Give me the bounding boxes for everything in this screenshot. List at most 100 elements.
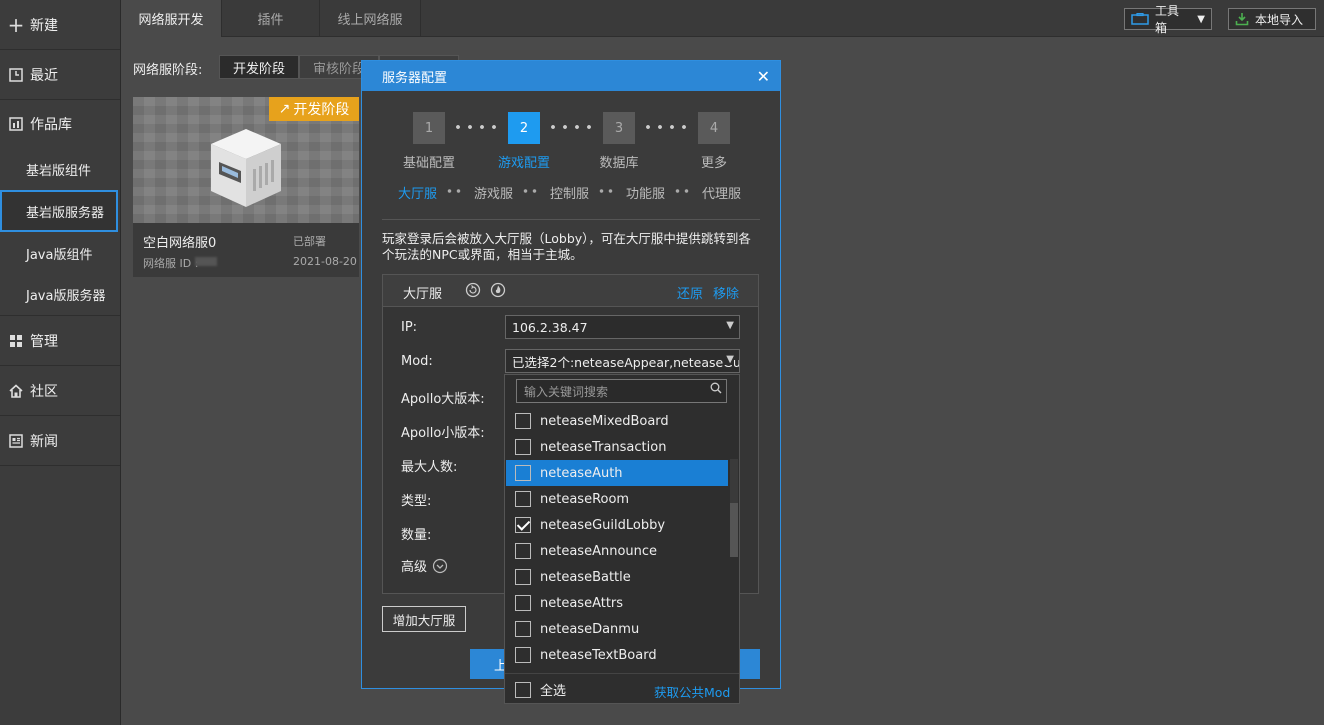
- subtab-game[interactable]: 游戏服: [474, 183, 513, 202]
- select-all-checkbox[interactable]: 全选: [506, 680, 566, 699]
- sidebar-item-java-components[interactable]: Java版组件: [0, 232, 120, 274]
- tab-netserver-dev[interactable]: 网络服开发: [121, 0, 222, 37]
- server-date: 2021-08-20: [293, 255, 357, 268]
- refresh-icon[interactable]: [465, 282, 481, 302]
- sidebar-item-java-servers[interactable]: Java版服务器: [0, 274, 120, 316]
- step-connector: [547, 125, 595, 129]
- mod-list-item[interactable]: neteaseDanmu: [506, 616, 728, 642]
- subtab-control[interactable]: 控制服: [550, 183, 589, 202]
- mod-search-placeholder: 输入关键词搜索: [524, 384, 609, 399]
- mod-item-label: neteaseTransaction: [540, 439, 667, 455]
- step-2[interactable]: 2: [508, 112, 540, 144]
- nav-community[interactable]: 社区: [0, 366, 120, 416]
- nav-manage[interactable]: 管理: [0, 316, 120, 366]
- mod-list-item[interactable]: neteaseTextBoard: [506, 642, 728, 668]
- subtab-separator: [597, 189, 617, 193]
- checkbox-icon[interactable]: [515, 647, 531, 663]
- checkbox-icon[interactable]: [515, 595, 531, 611]
- caret-down-icon: ▼: [723, 354, 734, 365]
- nav-new[interactable]: + 新建: [0, 0, 120, 50]
- toolbox-label: 工具箱: [1155, 4, 1180, 35]
- step-1[interactable]: 1: [413, 112, 445, 144]
- stage-dev-label: 开发阶段: [232, 61, 285, 77]
- home-icon: [8, 383, 24, 399]
- server-card[interactable]: ↗ 开发阶段 空白网络服0 已部署 网络服 ID : 2021-08-20: [133, 97, 359, 277]
- close-icon[interactable]: ✕: [757, 67, 770, 86]
- dialog-header: 服务器配置 ✕: [362, 61, 780, 91]
- scrollbar-thumb[interactable]: [730, 503, 738, 557]
- nav-news[interactable]: 新闻: [0, 416, 120, 466]
- step-3-label: 数据库: [599, 156, 639, 171]
- checkbox-icon[interactable]: [515, 621, 531, 637]
- divider: [382, 219, 760, 220]
- mod-list-item[interactable]: neteaseGuildLobby: [506, 512, 728, 538]
- stage-dev-button[interactable]: 开发阶段: [219, 55, 299, 79]
- stage-label: 网络服阶段:: [133, 63, 203, 78]
- step-4-label: 更多: [700, 156, 727, 171]
- add-lobby-button[interactable]: 增加大厅服: [382, 606, 466, 632]
- mod-item-label: neteaseDanmu: [540, 621, 640, 637]
- nav-recent[interactable]: 最近: [0, 50, 120, 100]
- mod-item-label: neteaseTextBoard: [540, 647, 657, 663]
- server-name: 空白网络服0: [143, 236, 217, 251]
- advanced-toggle[interactable]: 高级: [401, 556, 448, 575]
- library-icon: [8, 116, 24, 132]
- mod-item-label: neteaseBattle: [540, 569, 631, 585]
- step-number: 2: [519, 120, 529, 136]
- apollo-minor-label: Apollo小版本:: [401, 426, 485, 441]
- mod-value: 已选择2个:neteaseAppear,neteaseGu: [512, 354, 740, 370]
- import-button[interactable]: 本地导入: [1228, 8, 1316, 30]
- mod-list-item[interactable]: neteaseAttrs: [506, 590, 728, 616]
- chevron-down-icon: ▼: [1197, 13, 1205, 25]
- checkbox-checked-icon[interactable]: [515, 517, 531, 533]
- mod-list-item[interactable]: neteaseMixedBoard: [506, 408, 728, 434]
- mod-item-label: neteaseAuth: [540, 465, 623, 481]
- sidebar-item-bedrock-servers[interactable]: 基岩版服务器: [0, 190, 118, 232]
- download-icon: [1235, 12, 1249, 26]
- panel-header: 大厅服 还原 移除: [383, 275, 758, 307]
- mod-list-item[interactable]: neteaseAnnounce: [506, 538, 728, 564]
- checkbox-icon[interactable]: [515, 543, 531, 559]
- get-public-mod-link[interactable]: 获取公共Mod: [654, 682, 730, 701]
- step-connector: [452, 125, 500, 129]
- advanced-label: 高级: [401, 560, 428, 575]
- tab-online-netserver[interactable]: 线上网络服: [320, 0, 421, 37]
- server-box-icon: [211, 129, 281, 207]
- checkbox-icon[interactable]: [515, 439, 531, 455]
- badge-label: 开发阶段: [293, 102, 350, 118]
- sidebar-item-bedrock-components[interactable]: 基岩版组件: [0, 148, 120, 190]
- checkbox-icon[interactable]: [515, 491, 531, 507]
- tab-plugins[interactable]: 插件: [222, 0, 320, 37]
- toolbox-icon: [1131, 13, 1149, 25]
- mod-list-item[interactable]: neteaseBattle: [506, 564, 728, 590]
- mod-list-item[interactable]: neteaseAuth: [506, 460, 728, 486]
- subtab-lobby[interactable]: 大厅服: [398, 183, 437, 202]
- top-tab-bar: 网络服开发 插件 线上网络服 工具箱 ▼ 本地导入: [121, 0, 1324, 37]
- subtab-proxy[interactable]: 代理服: [702, 183, 741, 202]
- ip-select[interactable]: 106.2.38.47 ▼: [505, 315, 740, 339]
- step-4[interactable]: 4: [698, 112, 730, 144]
- checkbox-icon[interactable]: [515, 465, 531, 481]
- toolbox-button[interactable]: 工具箱 ▼: [1124, 4, 1212, 35]
- step-3[interactable]: 3: [603, 112, 635, 144]
- mod-select[interactable]: 已选择2个:neteaseAppear,neteaseGu ▼: [505, 349, 740, 373]
- sidebar-item-label: 基岩版服务器: [26, 205, 105, 221]
- sidebar-item-label: Java版服务器: [26, 289, 106, 304]
- mod-list-item[interactable]: neteaseRoom: [506, 486, 728, 512]
- type-label: 类型:: [401, 494, 432, 509]
- chevron-down-circle-icon: [432, 558, 448, 574]
- sidebar-item-label: Java版组件: [26, 247, 93, 263]
- checkbox-icon[interactable]: [515, 413, 531, 429]
- remove-link[interactable]: 移除: [713, 283, 739, 302]
- checkbox-icon[interactable]: [515, 569, 531, 585]
- fire-icon[interactable]: [490, 282, 506, 302]
- step-number: 3: [614, 120, 624, 136]
- dialog-title: 服务器配置: [382, 70, 448, 86]
- max-players-label: 最大人数:: [401, 460, 458, 475]
- subtab-function[interactable]: 功能服: [626, 183, 665, 202]
- restore-link[interactable]: 还原: [677, 283, 703, 302]
- nav-works[interactable]: 作品库: [0, 100, 120, 148]
- mod-list-item[interactable]: neteaseTransaction: [506, 434, 728, 460]
- stage-badge: ↗ 开发阶段: [269, 97, 359, 121]
- mod-search-input[interactable]: 输入关键词搜索: [516, 379, 727, 403]
